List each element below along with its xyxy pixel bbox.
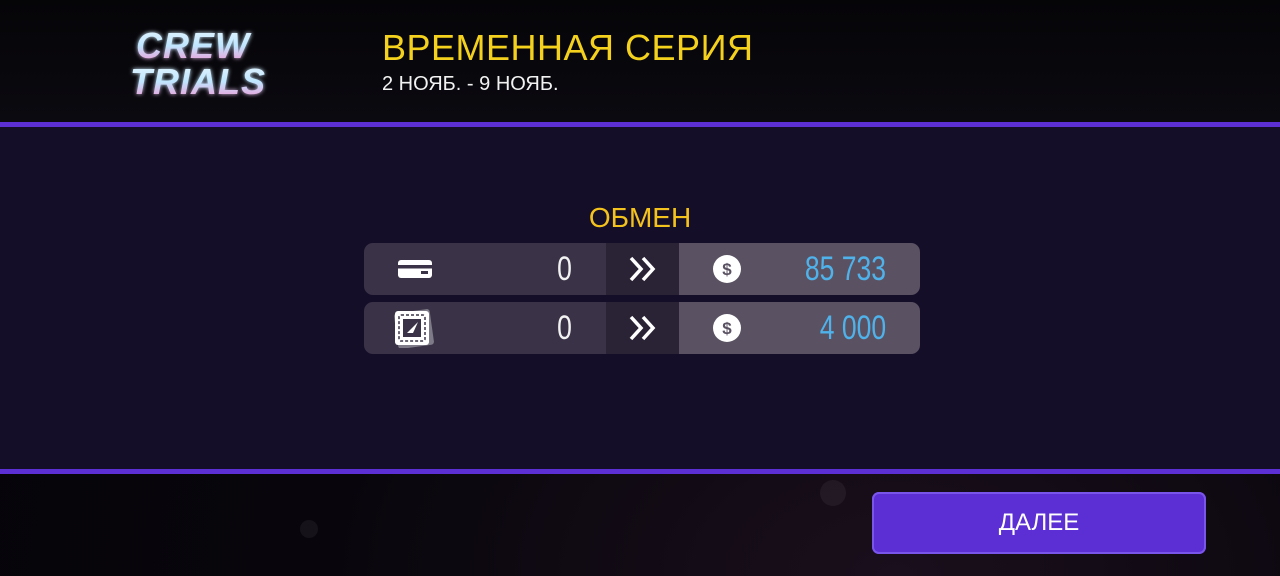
game-screen: CREW TRIALS ВРЕМЕННАЯ СЕРИЯ 2 НОЯБ. - 9 … <box>0 0 1280 576</box>
dollar-coin-icon: $ <box>712 313 742 343</box>
card-icon <box>390 249 442 289</box>
badge-token-icon <box>390 308 442 348</box>
background-bokeh <box>300 520 318 538</box>
crew-trials-logo: CREW TRIALS <box>128 26 320 98</box>
exchange-arrow-cell <box>606 243 679 295</box>
next-button[interactable]: ДАЛЕЕ <box>872 492 1206 554</box>
panel-border-bottom <box>0 469 1280 474</box>
item-count: 0 <box>557 309 572 347</box>
svg-text:TRIALS: TRIALS <box>130 61 266 98</box>
header: CREW TRIALS ВРЕМЕННАЯ СЕРИЯ 2 НОЯБ. - 9 … <box>0 0 1280 123</box>
reward-amount: 85 733 <box>804 250 886 288</box>
background-bokeh <box>820 480 846 506</box>
exchange-reward-cell: $ 4 000 <box>679 302 920 354</box>
double-chevron-right-icon <box>628 255 658 283</box>
item-count: 0 <box>557 250 572 288</box>
exchange-row: 0 $ 4 000 <box>364 302 920 354</box>
series-title: ВРЕМЕННАЯ СЕРИЯ <box>382 27 754 68</box>
svg-text:$: $ <box>722 260 732 279</box>
double-chevron-right-icon <box>628 314 658 342</box>
exchange-title: ОБМЕН <box>588 202 692 233</box>
exchange-panel <box>0 127 1280 469</box>
reward-amount: 4 000 <box>819 309 886 347</box>
exchange-item-cell: 0 <box>364 243 606 295</box>
exchange-arrow-cell <box>606 302 679 354</box>
exchange-row: 0 $ 85 733 <box>364 243 920 295</box>
svg-text:CREW: CREW <box>136 26 252 66</box>
exchange-reward-cell: $ 85 733 <box>679 243 920 295</box>
svg-text:$: $ <box>722 319 732 338</box>
exchange-item-cell: 0 <box>364 302 606 354</box>
dollar-coin-icon: $ <box>712 254 742 284</box>
series-dates: 2 НОЯБ. - 9 НОЯБ. <box>382 73 559 95</box>
